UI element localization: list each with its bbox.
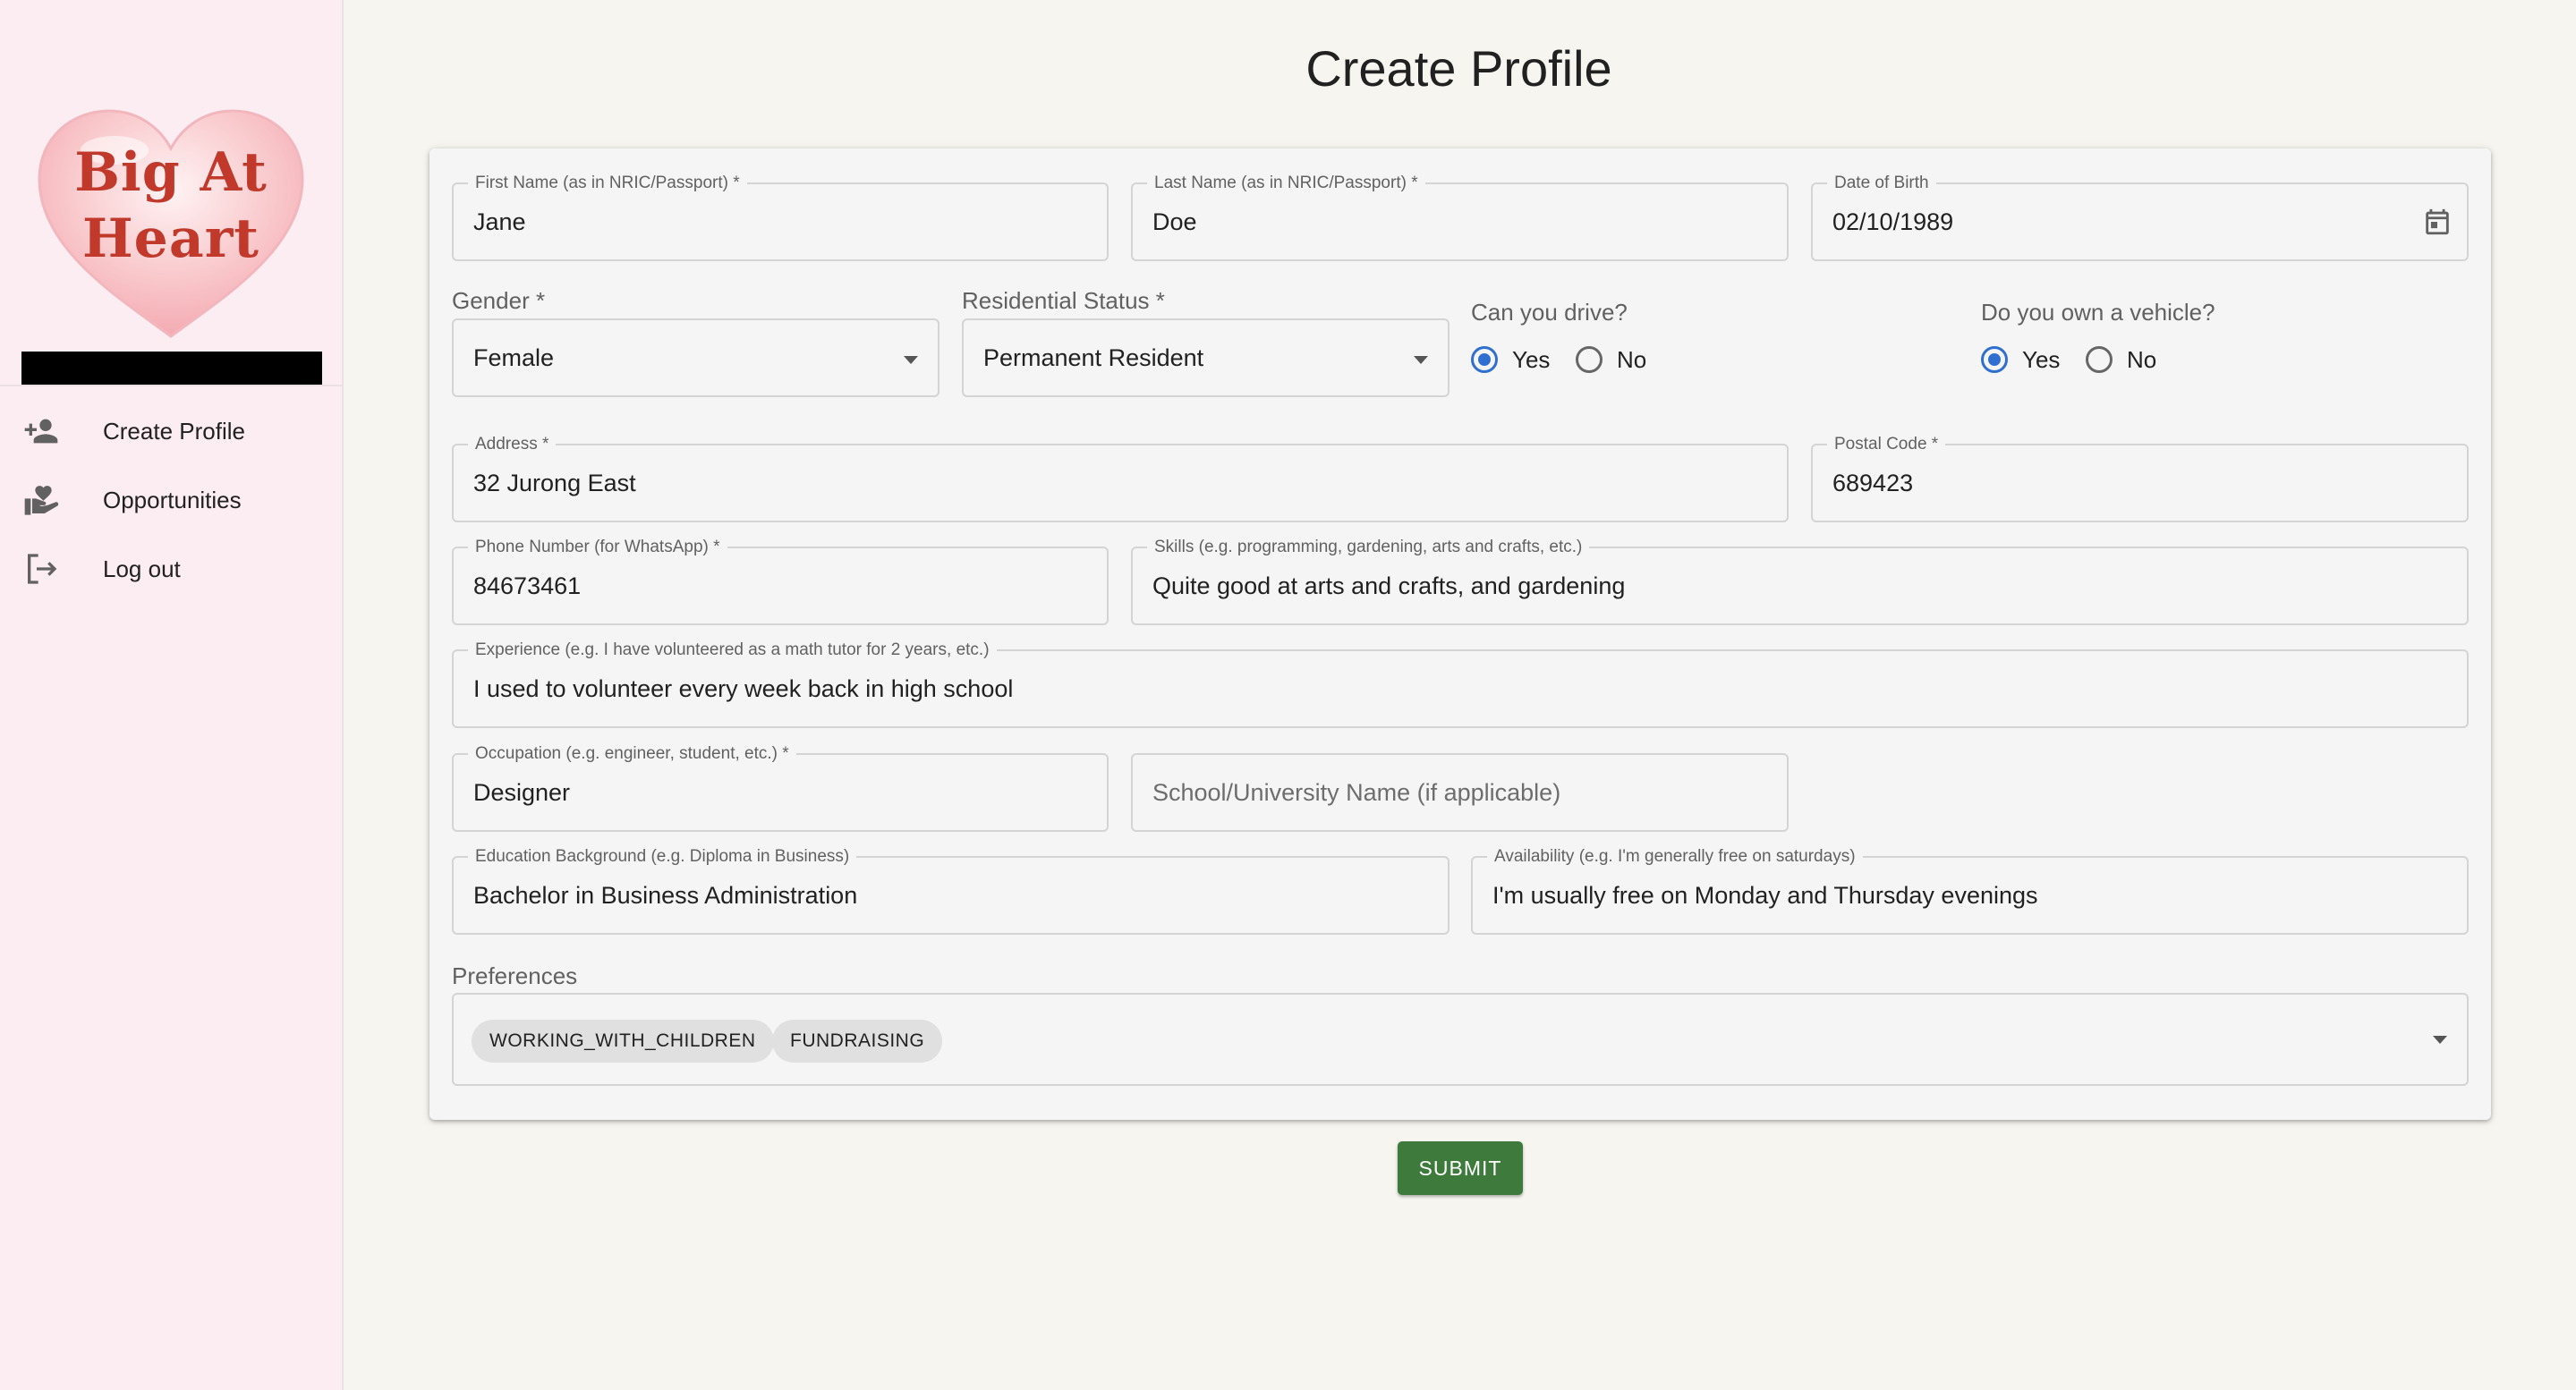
can-drive-yes-radio[interactable]: Yes — [1471, 342, 1550, 377]
date-of-birth-field[interactable]: Date of Birth 02/10/1989 — [1811, 174, 2469, 261]
address-value: 32 Jurong East — [473, 470, 636, 496]
availability-value: I'm usually free on Monday and Thursday … — [1492, 882, 2038, 909]
sidebar-item-label: Log out — [103, 555, 181, 582]
last-name-value: Doe — [1152, 208, 1197, 235]
own-vehicle-no-radio[interactable]: No — [2086, 342, 2156, 377]
profile-form-card: First Name (as in NRIC/Passport) * Jane … — [429, 148, 2491, 1120]
logo-text-line2: Heart — [81, 208, 260, 270]
residential-status-label: Residential Status * — [962, 287, 1165, 314]
phone-number-field[interactable]: Phone Number (for WhatsApp) * 84673461 — [452, 538, 1109, 625]
radio-checked-icon — [1981, 346, 2008, 373]
sidebar-item-logout[interactable]: Log out — [0, 538, 342, 600]
gender-label: Gender * — [452, 287, 546, 314]
own-vehicle-radio-group: Yes No — [1981, 342, 2249, 377]
radio-label: No — [1617, 345, 1647, 373]
sidebar-item-create-profile[interactable]: Create Profile — [0, 400, 342, 462]
residential-status-value: Permanent Resident — [983, 344, 1204, 371]
phone-number-value: 84673461 — [473, 572, 582, 599]
radio-label: No — [2127, 345, 2157, 373]
sidebar-item-label: Opportunities — [103, 486, 242, 513]
first-name-value: Jane — [473, 208, 526, 235]
skills-field[interactable]: Skills (e.g. programming, gardening, art… — [1131, 538, 2469, 625]
can-drive-no-radio[interactable]: No — [1576, 342, 1646, 377]
chevron-down-icon — [2433, 1036, 2447, 1044]
preference-chip[interactable]: FUNDRAISING — [772, 1020, 943, 1063]
date-of-birth-value: 02/10/1989 — [1832, 208, 1954, 235]
own-vehicle-yes-radio[interactable]: Yes — [1981, 342, 2060, 377]
experience-field[interactable]: Experience (e.g. I have volunteered as a… — [452, 640, 2469, 728]
education-background-field[interactable]: Education Background (e.g. Diploma in Bu… — [452, 847, 1450, 935]
occupation-value: Designer — [473, 779, 571, 806]
redacted-bar — [21, 352, 322, 386]
big-at-heart-logo[interactable]: Big At Heart — [34, 106, 308, 340]
person-add-icon — [24, 419, 58, 444]
last-name-field[interactable]: Last Name (as in NRIC/Passport) * Doe — [1131, 174, 1789, 261]
gender-value: Female — [473, 344, 555, 371]
school-name-field[interactable]: School/University Name (if applicable) — [1131, 753, 1789, 832]
occupation-field[interactable]: Occupation (e.g. engineer, student, etc.… — [452, 744, 1109, 832]
own-vehicle-label: Do you own a vehicle? — [1981, 299, 2215, 326]
radio-unchecked-icon — [2086, 346, 2113, 373]
preferences-select[interactable]: WORKING_WITH_CHILDREN FUNDRAISING — [452, 993, 2469, 1086]
can-drive-label: Can you drive? — [1471, 299, 1628, 326]
chevron-down-icon — [1414, 356, 1428, 364]
postal-code-field[interactable]: Postal Code * 689423 — [1811, 435, 2469, 522]
experience-value: I used to volunteer every week back in h… — [473, 675, 1014, 702]
postal-code-value: 689423 — [1832, 470, 1914, 496]
education-background-value: Bachelor in Business Administration — [473, 882, 858, 909]
volunteer-hand-heart-icon — [24, 486, 59, 515]
availability-field[interactable]: Availability (e.g. I'm generally free on… — [1471, 847, 2469, 935]
page-title: Create Profile — [1305, 40, 1612, 97]
logout-icon — [28, 554, 57, 584]
sidebar: Big At Heart Create Profile Opportunitie… — [0, 0, 344, 1390]
first-name-field[interactable]: First Name (as in NRIC/Passport) * Jane — [452, 174, 1109, 261]
radio-checked-icon — [1471, 346, 1498, 373]
gender-select[interactable]: Female — [452, 318, 939, 397]
radio-label: Yes — [1512, 345, 1551, 373]
sidebar-item-label: Create Profile — [103, 417, 245, 445]
preference-chip[interactable]: WORKING_WITH_CHILDREN — [472, 1020, 774, 1063]
radio-label: Yes — [2022, 345, 2061, 373]
sidebar-divider — [0, 385, 342, 386]
calendar-icon[interactable] — [2422, 207, 2453, 237]
chevron-down-icon — [904, 356, 918, 364]
preferences-label: Preferences — [452, 962, 578, 989]
skills-value: Quite good at arts and crafts, and garde… — [1152, 572, 1626, 599]
school-name-placeholder: School/University Name (if applicable) — [1152, 779, 1561, 806]
address-field[interactable]: Address * 32 Jurong East — [452, 435, 1789, 522]
submit-button[interactable]: SUBMIT — [1398, 1141, 1523, 1195]
can-drive-radio-group: Yes No — [1471, 342, 1739, 377]
logo-text-line1: Big At — [74, 141, 268, 204]
radio-unchecked-icon — [1576, 346, 1603, 373]
residential-status-select[interactable]: Permanent Resident — [962, 318, 1450, 397]
sidebar-item-opportunities[interactable]: Opportunities — [0, 469, 342, 531]
